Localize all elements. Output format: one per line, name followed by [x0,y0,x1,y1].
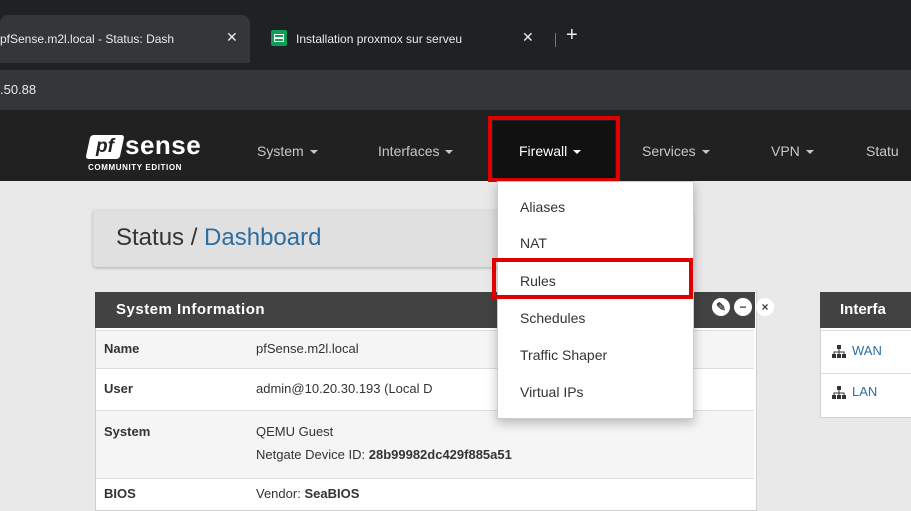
breadcrumb-dashboard-link[interactable]: Dashboard [204,224,321,251]
menu-item-virtual-ips[interactable]: Virtual IPs [520,384,584,400]
pfsense-logo-word[interactable]: sense [125,130,201,161]
rules-highlight-box [492,258,693,299]
menu-item-schedules[interactable]: Schedules [520,310,585,326]
device-id: Netgate Device ID: 28b99982dc429f885a51 [256,447,512,462]
interfaces-title: Interfa [840,301,886,318]
address-bar[interactable] [0,70,911,110]
close-icon[interactable]: × [756,298,774,316]
sheets-icon [271,30,287,46]
row-value: QEMU Guest [256,424,334,439]
caret-down-icon [805,150,814,155]
system-info-title: System Information [116,301,266,318]
nav-status[interactable]: Statu [866,143,899,159]
network-icon [832,345,846,358]
nav-system[interactable]: System [257,143,318,159]
tab-title: pfSense.m2l.local - Status: Dash [0,32,175,46]
address-text[interactable]: .50.88 [0,82,36,97]
menu-item-traffic-shaper[interactable]: Traffic Shaper [520,347,607,363]
tab-separator [555,33,556,47]
row-value: admin@10.20.30.193 (Local D [256,381,433,396]
nav-vpn[interactable]: VPN [771,143,814,159]
firewall-highlight-box [488,116,620,182]
row-key: Name [104,341,140,356]
row-value: pfSense.m2l.local [256,341,359,356]
caret-down-icon [445,150,454,155]
nav-services[interactable]: Services [642,143,710,159]
pfsense-logo-mark[interactable]: pf [85,135,125,159]
caret-down-icon [701,150,710,155]
tab-title[interactable]: Installation proxmox sur serveu [296,32,511,46]
network-icon [832,386,846,399]
tab-close-icon[interactable]: ✕ [522,29,534,46]
table-row [96,478,754,510]
row-key: User [104,381,133,396]
row-value: Vendor: SeaBIOS [256,486,360,501]
row-key: System [104,424,151,439]
minimize-icon[interactable]: − [734,298,752,316]
panel-controls: ✎ − × [708,298,774,316]
breadcrumb: Status / Dashboard [116,224,322,251]
tab-close-icon[interactable]: ✕ [226,29,238,46]
row-key: BIOS [104,486,136,501]
interface-lan-link[interactable]: LAN [852,384,877,399]
nav-interfaces[interactable]: Interfaces [378,143,454,159]
caret-down-icon [309,150,318,155]
menu-item-aliases[interactable]: Aliases [520,199,565,215]
new-tab-icon[interactable]: + [566,24,578,47]
table-row [96,410,754,478]
logo-edition: COMMUNITY EDITION [88,163,183,172]
interface-wan-link[interactable]: WAN [852,343,882,358]
menu-item-nat[interactable]: NAT [520,235,547,251]
edit-icon[interactable]: ✎ [712,298,730,316]
